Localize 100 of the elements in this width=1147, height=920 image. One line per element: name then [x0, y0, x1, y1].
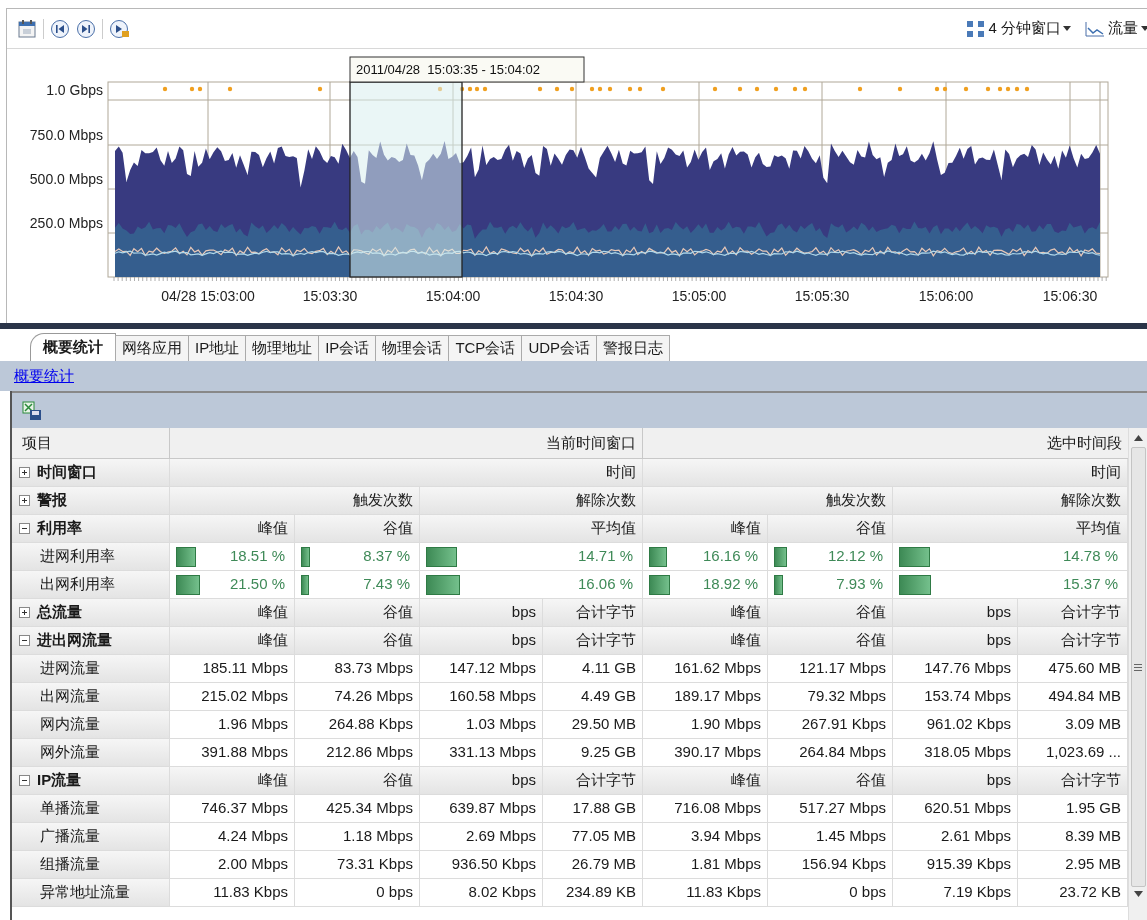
- row-label: 出网流量: [40, 686, 100, 707]
- caret-icon: [1063, 25, 1071, 32]
- table-cell-text: 21.50 %: [229, 574, 286, 595]
- table-cell: 1.96 Mbps: [170, 711, 295, 739]
- collapse-icon[interactable]: [19, 635, 30, 646]
- alarm-dot: [985, 86, 991, 92]
- column-header: 合计字节: [543, 627, 643, 655]
- table-cell: 7.19 Kbps: [893, 879, 1018, 907]
- table-cell: 1.81 Mbps: [643, 851, 768, 879]
- alarm-dot: [589, 86, 595, 92]
- tab[interactable]: UDP会话: [521, 335, 598, 361]
- row-label: 异常地址流量: [40, 882, 130, 903]
- column-header: 谷值: [295, 767, 420, 795]
- column-header: 峰值: [643, 627, 768, 655]
- row-label: 进网流量: [40, 658, 100, 679]
- tab[interactable]: TCP会话: [448, 335, 523, 361]
- alarm-dot: [660, 86, 666, 92]
- table-cell: 185.11 Mbps: [170, 655, 295, 683]
- alarm-dot: [737, 86, 743, 92]
- table-cell: 29.50 MB: [543, 711, 643, 739]
- expand-icon[interactable]: [19, 607, 30, 618]
- table-cell: 936.50 Kbps: [420, 851, 543, 879]
- column-header: 谷值: [768, 627, 893, 655]
- selection-range[interactable]: [349, 81, 463, 278]
- table-cell: 1.45 Mbps: [768, 823, 893, 851]
- row-label: 组播流量: [40, 854, 100, 875]
- grip-icon: [1134, 663, 1142, 671]
- calendar-icon[interactable]: [17, 18, 37, 39]
- column-header: 项目: [12, 428, 170, 459]
- row-label: 进网利用率: [40, 546, 115, 567]
- table-cell-text: 15.37 %: [1062, 574, 1119, 595]
- table-cell-text: 16.06 %: [577, 574, 634, 595]
- x-axis-label: 15:06:30: [1042, 288, 1098, 304]
- alarm-dot: [773, 86, 779, 92]
- table-cell-text: 12.12 %: [827, 546, 884, 567]
- window-dropdown[interactable]: 4 分钟窗口: [966, 17, 1071, 40]
- alarm-dot: [437, 86, 443, 92]
- column-header: bps: [420, 599, 543, 627]
- group-label: IP流量: [37, 770, 82, 791]
- table-cell-text: 7.43 %: [363, 574, 411, 595]
- alarm-dot: [537, 86, 543, 92]
- column-header: 触发次数: [643, 487, 893, 515]
- column-header: 当前时间窗口: [170, 428, 643, 459]
- breadcrumb-link[interactable]: 概要统计: [14, 364, 74, 388]
- play-lock-icon[interactable]: [109, 18, 131, 39]
- table-cell: 212.86 Mbps: [295, 739, 420, 767]
- collapse-icon[interactable]: [19, 523, 30, 534]
- alarm-dot: [227, 86, 233, 92]
- alarm-dot: [897, 86, 903, 92]
- tab[interactable]: 概要统计: [30, 333, 116, 361]
- tab[interactable]: 警报日志: [596, 335, 671, 361]
- alarm-dot: [754, 86, 760, 92]
- column-header: 峰值: [170, 767, 295, 795]
- y-axis-label: 500.0 Mbps: [29, 171, 103, 187]
- expand-icon[interactable]: [19, 467, 30, 478]
- column-header: 触发次数: [170, 487, 420, 515]
- alarm-dot: [712, 86, 718, 92]
- column-header: 峰值: [170, 599, 295, 627]
- x-axis-label: 15:06:00: [918, 288, 974, 304]
- group-label: 利用率: [37, 518, 82, 539]
- column-header: 谷值: [295, 599, 420, 627]
- tab[interactable]: 网络应用: [115, 335, 189, 361]
- selection-time: 2011/04/28 15:03:35 - 15:04:02: [356, 62, 541, 77]
- column-header: 平均值: [420, 515, 643, 543]
- table-cell: 215.02 Mbps: [170, 683, 295, 711]
- scroll-down-icon[interactable]: [1133, 891, 1143, 897]
- y-axis-label: 250.0 Mbps: [29, 215, 103, 231]
- table-cell: 391.88 Mbps: [170, 739, 295, 767]
- tab[interactable]: IP会话: [318, 335, 377, 361]
- table-cell: 264.88 Kbps: [295, 711, 420, 739]
- table-cell: 3.94 Mbps: [643, 823, 768, 851]
- alarm-dot: [997, 86, 1003, 92]
- tab[interactable]: IP地址: [188, 335, 247, 361]
- alarm-dot: [792, 86, 798, 92]
- alarm-dot: [1014, 86, 1020, 92]
- alarm-dot: [1005, 86, 1011, 92]
- next-icon[interactable]: [76, 18, 96, 39]
- table-cell: 264.84 Mbps: [768, 739, 893, 767]
- scroll-up-icon[interactable]: [1133, 435, 1143, 441]
- table-cell: 1.90 Mbps: [643, 711, 768, 739]
- export-excel-icon[interactable]: [22, 400, 42, 421]
- table-cell: 517.27 Mbps: [768, 795, 893, 823]
- expand-icon[interactable]: [19, 495, 30, 506]
- column-header: 谷值: [295, 515, 420, 543]
- column-header: 峰值: [643, 515, 768, 543]
- tab[interactable]: 物理地址: [245, 335, 320, 361]
- collapse-icon[interactable]: [19, 775, 30, 786]
- table-cell: 234.89 KB: [543, 879, 643, 907]
- column-header: bps: [420, 627, 543, 655]
- metric-dropdown[interactable]: 流量: [1085, 17, 1147, 40]
- column-header: 合计字节: [1018, 767, 1128, 795]
- table-cell: 639.87 Mbps: [420, 795, 543, 823]
- tab[interactable]: 物理会话: [375, 335, 450, 361]
- table-cell: 17.88 GB: [543, 795, 643, 823]
- table-cell: 79.32 Mbps: [768, 683, 893, 711]
- scrollbar[interactable]: [1128, 428, 1147, 920]
- previous-icon[interactable]: [50, 18, 70, 39]
- table-cell: 121.17 Mbps: [768, 655, 893, 683]
- table-cell: 2.00 Mbps: [170, 851, 295, 879]
- table-cell: 620.51 Mbps: [893, 795, 1018, 823]
